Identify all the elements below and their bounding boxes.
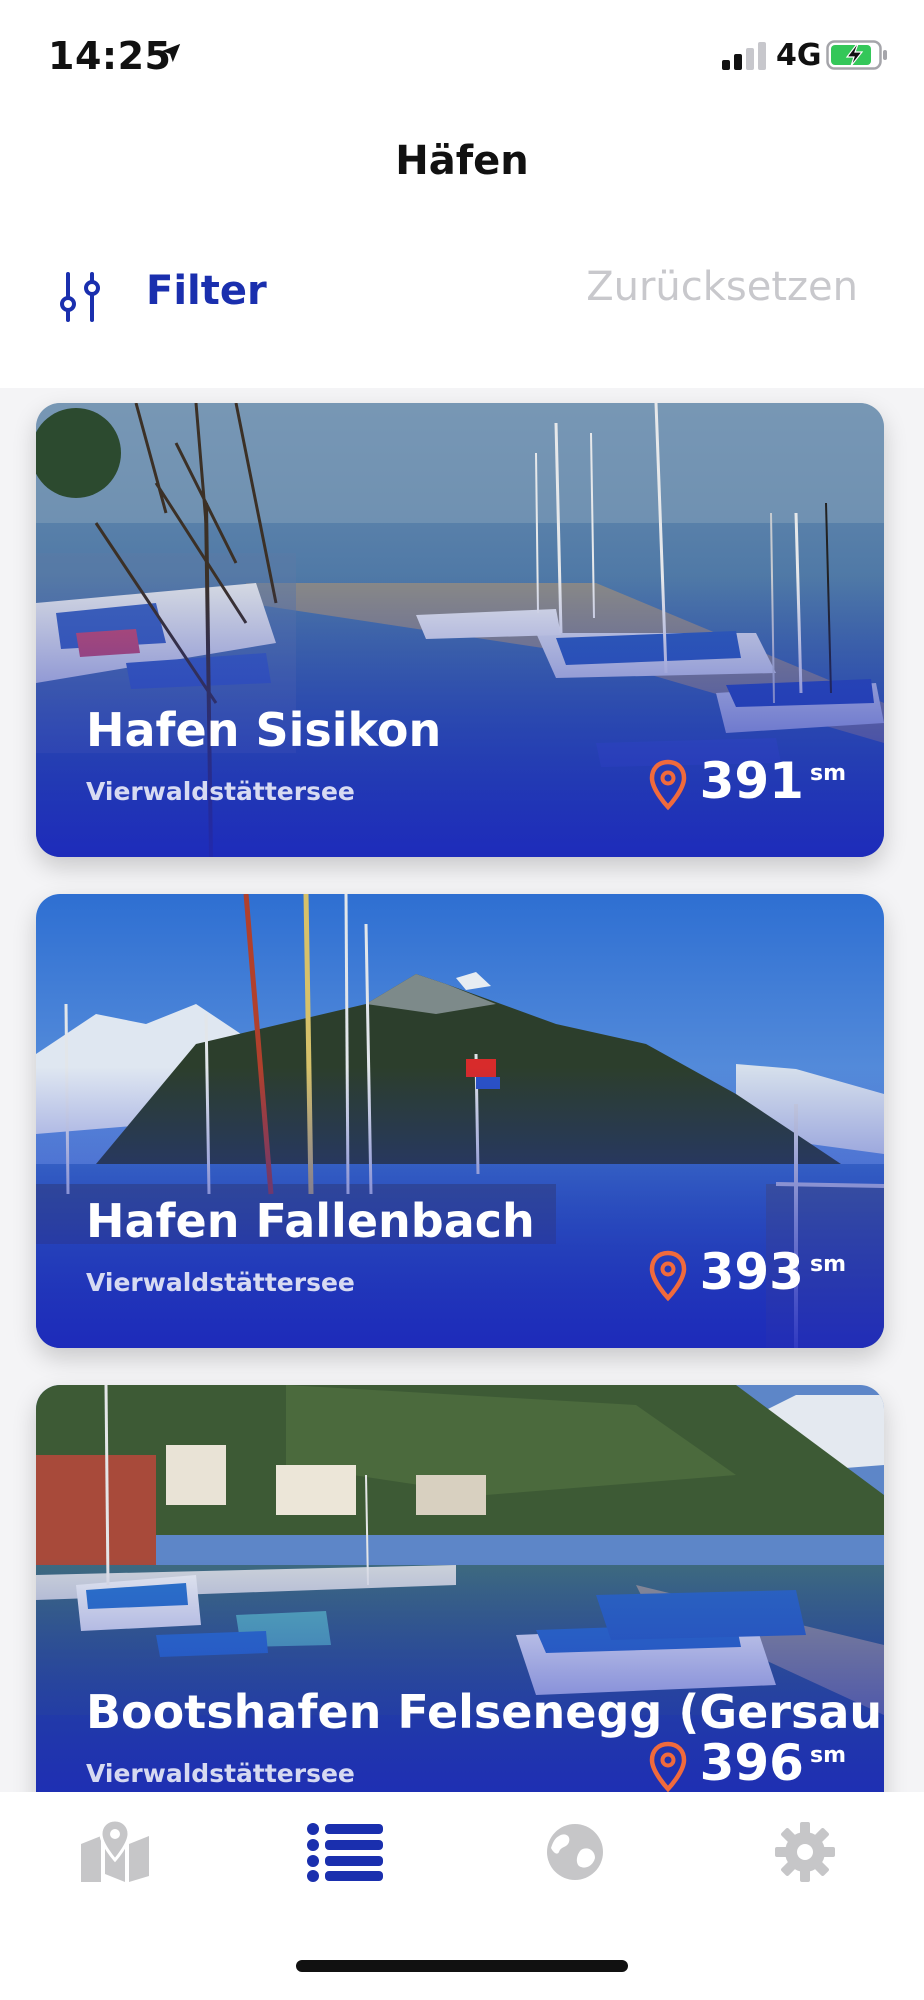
distance-value: 396 bbox=[699, 1734, 804, 1792]
list-icon bbox=[307, 1823, 383, 1882]
network-type: 4G bbox=[776, 38, 822, 73]
status-time: 14:25 bbox=[48, 34, 172, 78]
distance-value: 391 bbox=[699, 752, 804, 810]
gear-icon bbox=[775, 1822, 835, 1882]
harbor-name: Hafen Sisikon bbox=[86, 703, 442, 757]
location-pin-icon bbox=[649, 1250, 686, 1302]
distance-unit: sm bbox=[809, 1252, 846, 1277]
harbor-distance: 396 sm bbox=[648, 1737, 846, 1792]
battery-charging-icon bbox=[826, 40, 887, 70]
harbor-lake: Vierwaldstättersee bbox=[86, 777, 355, 806]
globe-icon bbox=[547, 1824, 603, 1880]
harbor-card[interactable]: Hafen Fallenbach Vierwaldstättersee 393 … bbox=[36, 894, 884, 1348]
harbor-card[interactable]: Hafen Sisikon Vierwaldstättersee 391 sm bbox=[36, 403, 884, 857]
harbor-lake: Vierwaldstättersee bbox=[86, 1268, 355, 1297]
harbor-lake: Vierwaldstättersee bbox=[86, 1759, 355, 1788]
filter-sliders-icon[interactable] bbox=[58, 272, 104, 322]
tab-globe[interactable] bbox=[530, 1812, 620, 1892]
location-pin-icon bbox=[649, 1741, 686, 1792]
harbor-list[interactable]: Hafen Sisikon Vierwaldstättersee 391 sm bbox=[0, 388, 924, 1792]
status-bar: 14:25 4G bbox=[0, 0, 924, 110]
distance-unit: sm bbox=[809, 1743, 846, 1768]
harbor-distance: 393 sm bbox=[648, 1246, 846, 1302]
cellular-signal-icon bbox=[722, 42, 766, 70]
tab-list[interactable] bbox=[300, 1812, 390, 1892]
home-indicator[interactable] bbox=[296, 1960, 628, 1972]
location-arrow-icon bbox=[161, 43, 181, 63]
tab-map[interactable] bbox=[70, 1812, 160, 1892]
filter-button[interactable]: Filter bbox=[146, 268, 267, 314]
map-icon bbox=[81, 1820, 149, 1882]
location-pin-icon bbox=[649, 759, 686, 811]
harbor-card[interactable]: Bootshafen Felsenegg (Gersau) Vierwaldst… bbox=[36, 1385, 884, 1792]
harbor-distance: 391 sm bbox=[648, 755, 846, 811]
page-title: Häfen bbox=[395, 138, 529, 184]
distance-unit: sm bbox=[809, 761, 846, 786]
tab-settings[interactable] bbox=[760, 1812, 850, 1892]
distance-value: 393 bbox=[699, 1243, 804, 1301]
reset-button[interactable]: Zurücksetzen bbox=[586, 264, 858, 310]
harbor-name: Bootshafen Felsenegg (Gersau) bbox=[86, 1685, 884, 1739]
harbor-name: Hafen Fallenbach bbox=[86, 1194, 535, 1248]
